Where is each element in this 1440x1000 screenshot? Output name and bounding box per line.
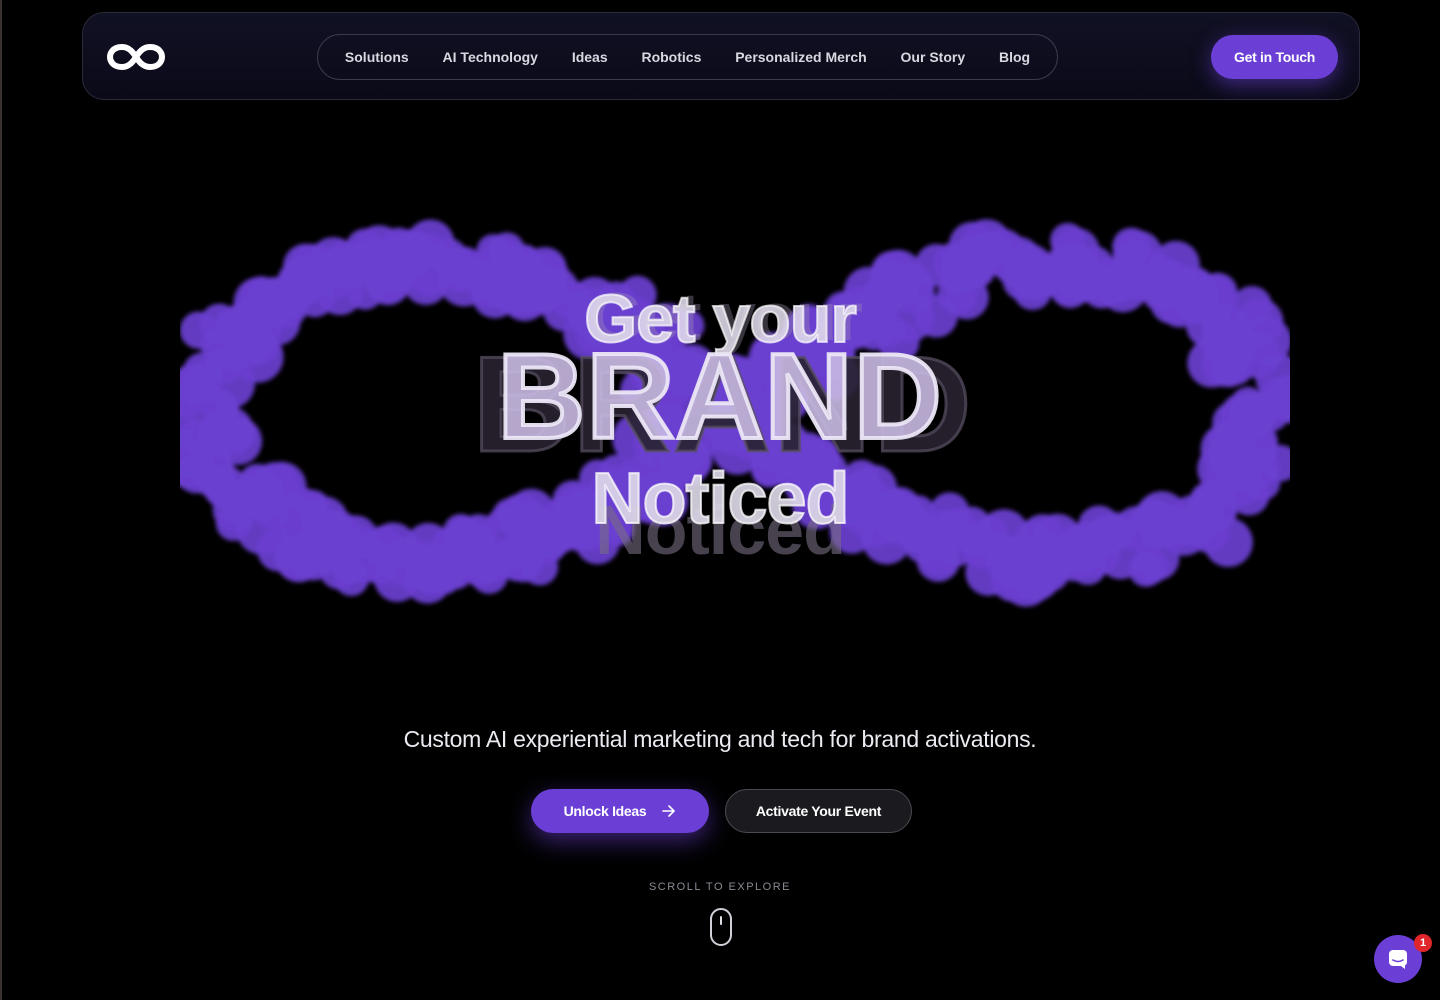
- get-in-touch-button[interactable]: Get in Touch: [1211, 35, 1338, 79]
- page: Solutions AI Technology Ideas Robotics P…: [0, 0, 1440, 1000]
- nav-item-blog[interactable]: Blog: [999, 49, 1030, 65]
- mouse-scroll-icon[interactable]: [710, 908, 732, 946]
- chat-icon: [1389, 950, 1407, 969]
- nav-item-solutions[interactable]: Solutions: [345, 49, 409, 65]
- unlock-ideas-button[interactable]: Unlock Ideas: [531, 789, 709, 833]
- arrow-right-icon: [662, 805, 676, 817]
- headline-line3: Noticed: [590, 458, 850, 540]
- hero-subtitle: Custom AI experiential marketing and tec…: [403, 726, 1037, 752]
- infinity-logo-icon[interactable]: [107, 41, 165, 73]
- chat-notification-badge: 1: [1414, 934, 1432, 952]
- nav-item-ai-technology[interactable]: AI Technology: [443, 49, 538, 65]
- nav-item-personalized-merch[interactable]: Personalized Merch: [735, 49, 867, 65]
- nav-item-ideas[interactable]: Ideas: [572, 49, 608, 65]
- nav-item-our-story[interactable]: Our Story: [901, 49, 966, 65]
- site-header: Solutions AI Technology Ideas Robotics P…: [82, 12, 1360, 100]
- scroll-hint: SCROLL TO EXPLORE: [648, 881, 792, 893]
- main-nav: Solutions AI Technology Ideas Robotics P…: [317, 34, 1058, 80]
- headline-line2: BRAND: [495, 326, 944, 466]
- activate-event-button[interactable]: Activate Your Event: [725, 789, 912, 833]
- nav-item-robotics[interactable]: Robotics: [641, 49, 701, 65]
- unlock-ideas-label: Unlock Ideas: [563, 803, 647, 819]
- mouse-wheel: [720, 916, 722, 925]
